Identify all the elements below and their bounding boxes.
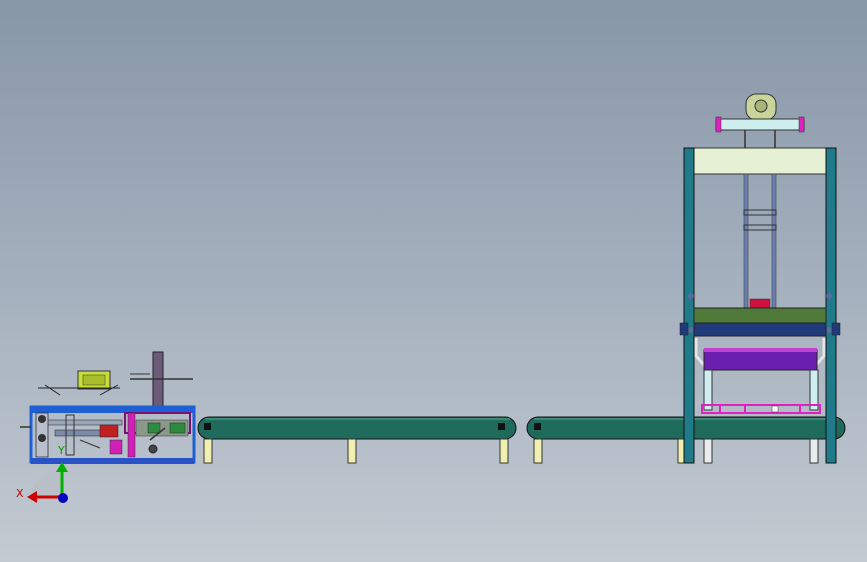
triad-y-label: Y: [57, 444, 65, 457]
belt-conveyor-1[interactable]: [197, 416, 517, 464]
press-column-right: [825, 147, 837, 464]
conveyor-1-leg: [347, 438, 357, 464]
conveyor-2-end-roller: [534, 423, 541, 430]
guide-rod: [743, 173, 749, 310]
conveyor-1-belt: [197, 416, 517, 440]
conveyor-1-leg: [203, 438, 213, 464]
erector-mast: [152, 351, 164, 411]
triad-x-label: X: [16, 487, 24, 500]
triad-z-axis: [58, 493, 68, 503]
press-box-purple: [703, 349, 818, 371]
conveyor-1-leg: [499, 438, 509, 464]
box-sealing-press-frame[interactable]: [679, 93, 841, 464]
conveyor-2-leg: [533, 438, 543, 464]
press-top-header: [691, 147, 827, 175]
conveyor-1-end-roller: [204, 423, 211, 430]
3d-viewport[interactable]: X Y: [0, 0, 867, 562]
cylinder-mount-bar: [715, 118, 805, 131]
cad-assembly-view[interactable]: X Y: [0, 0, 867, 562]
guide-rod: [771, 173, 777, 310]
press-plate-navy: [693, 322, 827, 337]
case-erector-machine[interactable]: [20, 351, 196, 464]
press-plate-green: [693, 307, 827, 324]
press-column-left: [683, 147, 695, 464]
